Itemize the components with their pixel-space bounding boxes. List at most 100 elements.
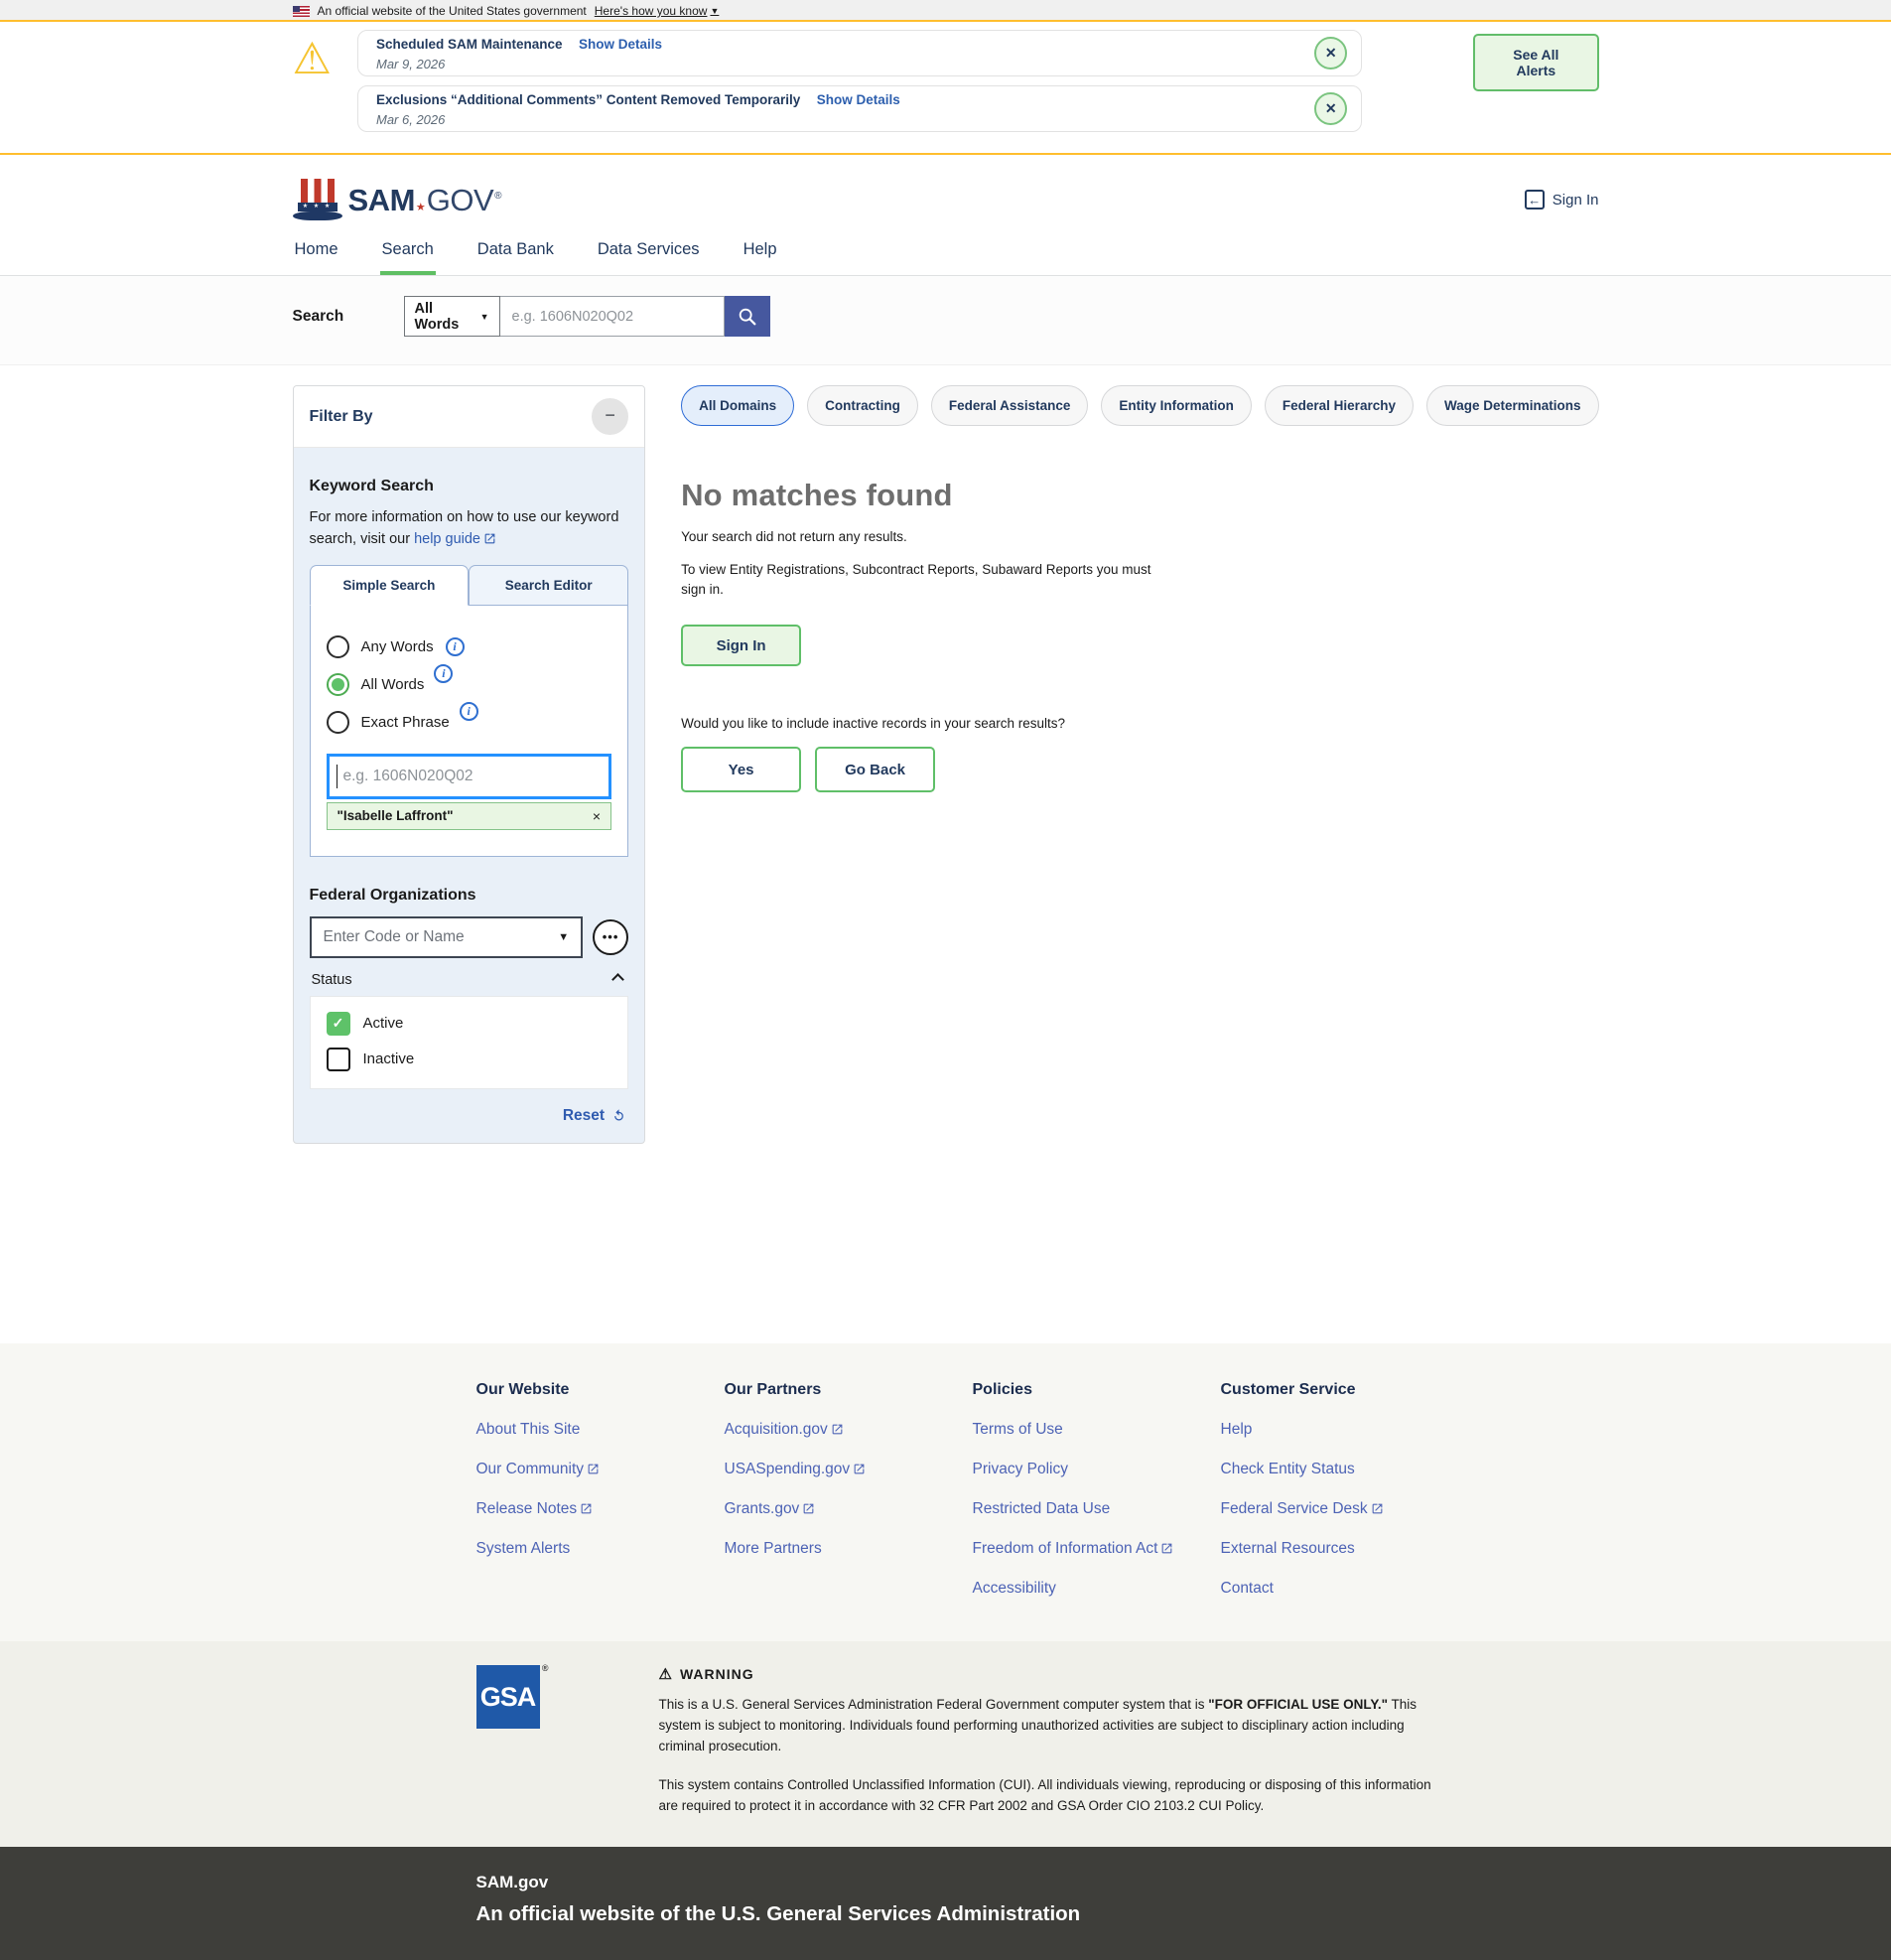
footer-site-name: SAM.gov bbox=[476, 1873, 1599, 1892]
sign-in-icon: ← bbox=[1525, 190, 1545, 210]
registered-mark: ® bbox=[542, 1663, 548, 1673]
radio-row-exact-phrase: Exact Phrase i bbox=[327, 711, 612, 734]
pill-federal-hierarchy[interactable]: Federal Hierarchy bbox=[1265, 385, 1414, 426]
pill-contracting[interactable]: Contracting bbox=[807, 385, 918, 426]
close-alert-button[interactable]: ✕ bbox=[1314, 37, 1347, 70]
external-link-icon bbox=[853, 1463, 866, 1475]
how-you-know-link[interactable]: Here's how you know ▼ bbox=[595, 4, 720, 18]
results-sign-in-button[interactable]: Sign In bbox=[681, 625, 801, 666]
main-content: Filter By − Keyword Search For more info… bbox=[293, 365, 1599, 1343]
all-words-label: All Words bbox=[361, 676, 425, 693]
search-button[interactable] bbox=[725, 296, 770, 337]
any-words-radio[interactable] bbox=[327, 635, 349, 658]
main-nav: Home Search Data Bank Data Services Help bbox=[0, 232, 1891, 276]
info-icon[interactable]: i bbox=[460, 702, 478, 721]
more-options-button[interactable]: ••• bbox=[593, 919, 628, 955]
footer-official-statement: An official website of the U.S. General … bbox=[476, 1902, 1599, 1926]
see-all-wrap: See All Alerts bbox=[1473, 30, 1598, 91]
chevron-up-icon[interactable] bbox=[611, 973, 624, 986]
footer-link-foia[interactable]: Freedom of Information Act bbox=[973, 1540, 1221, 1558]
info-icon[interactable]: i bbox=[434, 664, 453, 683]
help-guide-link[interactable]: help guide bbox=[414, 531, 496, 547]
filter-panel: Filter By − Keyword Search For more info… bbox=[293, 385, 646, 1144]
footer-links-section: Our Website About This Site Our Communit… bbox=[0, 1343, 1891, 1641]
active-checkbox[interactable]: ✓ bbox=[327, 1012, 350, 1036]
alert-date: Mar 9, 2026 bbox=[376, 56, 662, 73]
nav-data-services[interactable]: Data Services bbox=[596, 232, 702, 275]
magnifier-icon bbox=[737, 306, 758, 328]
inactive-checkbox[interactable] bbox=[327, 1048, 350, 1071]
tab-simple-search[interactable]: Simple Search bbox=[310, 565, 470, 606]
results-area: All Domains Contracting Federal Assistan… bbox=[681, 385, 1598, 792]
pill-wage-determinations[interactable]: Wage Determinations bbox=[1426, 385, 1599, 426]
federal-org-row: Enter Code or Name ▼ ••• bbox=[310, 916, 629, 958]
pill-entity-information[interactable]: Entity Information bbox=[1101, 385, 1252, 426]
info-icon[interactable]: i bbox=[446, 637, 465, 656]
footer-link-restricted-data-use[interactable]: Restricted Data Use bbox=[973, 1500, 1221, 1518]
footer-link-usaspending-gov[interactable]: USASpending.gov bbox=[725, 1461, 973, 1478]
radio-row-all-words: All Words i bbox=[327, 673, 612, 696]
alert-title: Scheduled SAM Maintenance bbox=[376, 37, 563, 52]
logo-sam: SAM bbox=[348, 183, 415, 218]
yes-button[interactable]: Yes bbox=[681, 747, 801, 792]
status-label: Status bbox=[312, 972, 352, 988]
alert-list: Scheduled SAM Maintenance Show Details M… bbox=[357, 30, 1362, 141]
nav-help[interactable]: Help bbox=[742, 232, 779, 275]
pill-federal-assistance[interactable]: Federal Assistance bbox=[931, 385, 1089, 426]
footer-link-help[interactable]: Help bbox=[1221, 1421, 1469, 1439]
footer-link-grants-gov[interactable]: Grants.gov bbox=[725, 1500, 973, 1518]
pill-all-domains[interactable]: All Domains bbox=[681, 385, 794, 426]
status-box: ✓ Active Inactive bbox=[310, 996, 629, 1089]
collapse-filters-button[interactable]: − bbox=[592, 398, 628, 435]
footer-link-terms-of-use[interactable]: Terms of Use bbox=[973, 1421, 1221, 1439]
remove-tag-button[interactable]: × bbox=[593, 808, 601, 824]
keyword-input[interactable] bbox=[327, 754, 612, 799]
footer-link-federal-service-desk[interactable]: Federal Service Desk bbox=[1221, 1500, 1469, 1518]
samgov-logo[interactable]: ★ ★ ★ SAM ★ GOV ® bbox=[293, 177, 502, 222]
go-back-button[interactable]: Go Back bbox=[815, 747, 935, 792]
alert-title: Exclusions “Additional Comments” Content… bbox=[376, 92, 800, 107]
footer-link-accessibility[interactable]: Accessibility bbox=[973, 1580, 1221, 1598]
external-link-icon bbox=[1160, 1542, 1173, 1555]
footer-link-privacy-policy[interactable]: Privacy Policy bbox=[973, 1461, 1221, 1478]
nav-home[interactable]: Home bbox=[293, 232, 340, 275]
sign-in-link[interactable]: ← Sign In bbox=[1525, 190, 1599, 210]
warning-p1-pre: This is a U.S. General Services Administ… bbox=[659, 1697, 1209, 1712]
footer-link-contact[interactable]: Contact bbox=[1221, 1580, 1469, 1598]
footer-link-about-this-site[interactable]: About This Site bbox=[476, 1421, 725, 1439]
nav-search[interactable]: Search bbox=[380, 232, 436, 275]
footer-link-more-partners[interactable]: More Partners bbox=[725, 1540, 973, 1558]
footer-link-our-community[interactable]: Our Community bbox=[476, 1461, 725, 1478]
footer-heading: Our Partners bbox=[725, 1381, 973, 1399]
footer-link-external-resources[interactable]: External Resources bbox=[1221, 1540, 1469, 1558]
footer-link-release-notes[interactable]: Release Notes bbox=[476, 1500, 725, 1518]
show-details-link[interactable]: Show Details bbox=[579, 37, 662, 52]
footer-link-check-entity-status[interactable]: Check Entity Status bbox=[1221, 1461, 1469, 1478]
tab-search-editor[interactable]: Search Editor bbox=[469, 565, 628, 606]
all-words-radio[interactable] bbox=[327, 673, 349, 696]
search-type-select[interactable]: All Words ▼ bbox=[404, 296, 500, 337]
show-details-link[interactable]: Show Details bbox=[817, 92, 900, 107]
footer-link-label: Acquisition.gov bbox=[725, 1421, 828, 1438]
see-all-alerts-button[interactable]: See All Alerts bbox=[1473, 34, 1598, 91]
footer-link-acquisition-gov[interactable]: Acquisition.gov bbox=[725, 1421, 973, 1439]
inactive-buttons-row: Yes Go Back bbox=[681, 747, 1598, 792]
global-search-input[interactable] bbox=[500, 296, 725, 337]
no-matches-heading: No matches found bbox=[681, 478, 1598, 513]
federal-org-combobox[interactable]: Enter Code or Name ▼ bbox=[310, 916, 584, 958]
alert-icon-column: ⚠ bbox=[293, 30, 358, 87]
alerts-section: ⚠ Scheduled SAM Maintenance Show Details… bbox=[0, 22, 1891, 155]
footer-link-system-alerts[interactable]: System Alerts bbox=[476, 1540, 725, 1558]
exact-phrase-radio[interactable] bbox=[327, 711, 349, 734]
reset-link[interactable]: Reset bbox=[563, 1107, 605, 1125]
nav-data-bank[interactable]: Data Bank bbox=[475, 232, 556, 275]
exact-phrase-label: Exact Phrase bbox=[361, 714, 450, 731]
close-alert-button[interactable]: ✕ bbox=[1314, 92, 1347, 125]
keyword-tag-label: "Isabelle Laffront" bbox=[338, 808, 454, 823]
external-link-icon bbox=[580, 1502, 593, 1515]
how-you-know-label: Here's how you know bbox=[595, 4, 708, 18]
footer-col-customer-service: Customer Service Help Check Entity Statu… bbox=[1221, 1381, 1469, 1598]
keyword-tabs: Simple Search Search Editor bbox=[310, 565, 629, 606]
filter-header: Filter By − bbox=[294, 386, 645, 448]
us-flag-icon bbox=[293, 6, 310, 17]
